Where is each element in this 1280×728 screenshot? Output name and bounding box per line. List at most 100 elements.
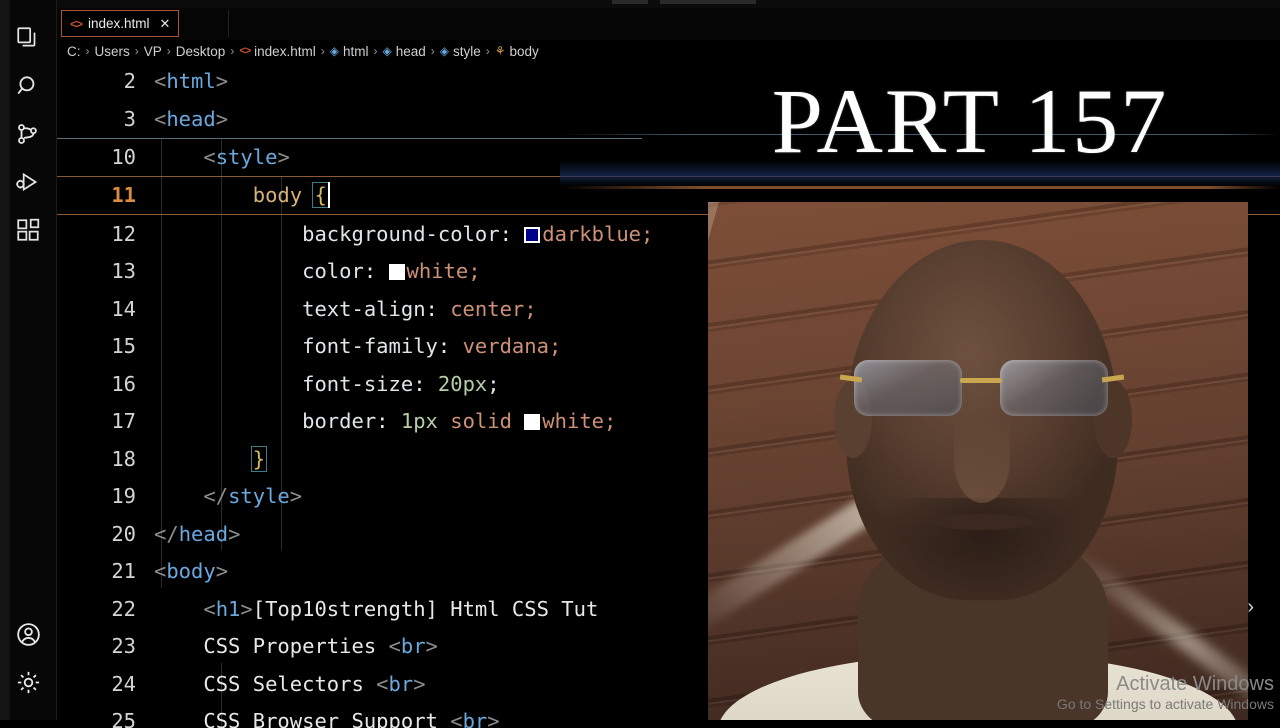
line-number: 20 [57,522,154,546]
line-content: <head> [154,107,717,131]
cube-icon: ◈ [382,44,391,58]
account-icon [15,621,42,648]
breadcrumb-separator: › [135,44,139,58]
sidebar-item-search[interactable] [4,62,52,110]
breadcrumb-separator: › [486,44,490,58]
breadcrumb-item-file[interactable]: <> index.html [239,44,315,59]
breadcrumb-item-html[interactable]: ◈ html [330,44,369,59]
line-number: 17 [57,409,154,433]
breadcrumb-separator: › [321,44,325,58]
activity-bar [0,0,57,720]
bracket-match: { [313,183,327,207]
breadcrumb-item-head[interactable]: ◈ head [382,44,425,59]
breadcrumb-label: index.html [254,44,316,59]
line-number: 19 [57,484,154,508]
cube-icon: ◈ [330,44,339,58]
sticky-line: 3 <head> [57,100,717,138]
tag-icon: ⚘ [495,44,506,58]
title-bar [0,0,1280,8]
line-number: 15 [57,334,154,358]
breadcrumb-item-vp[interactable]: VP [144,44,162,59]
line-number: 23 [57,634,154,658]
tab-label: index.html [88,16,150,31]
line-number: 3 [57,107,154,131]
titlebar-control-blob [612,0,648,4]
search-icon [15,73,41,99]
breadcrumb-label: head [396,44,426,59]
chevron-right-icon[interactable]: › [1247,596,1254,619]
breadcrumb-label: Desktop [176,44,226,59]
source-control-icon [15,121,41,147]
files-icon [15,25,41,51]
sticky-line: 2 <html> [57,62,717,100]
part-title-overlay: PART 157 [700,66,1240,176]
sidebar-item-extensions[interactable] [4,206,52,254]
line-number: 24 [57,672,154,696]
html-file-icon: <> [70,17,82,31]
breadcrumb-label: Users [95,44,130,59]
line-content: <html> [154,69,717,93]
breadcrumb-item-drive[interactable]: C: [67,44,81,59]
line-number: 10 [57,145,154,169]
breadcrumb-separator: › [431,44,435,58]
glasses-lens-right [1000,360,1108,416]
cube-icon: ◈ [440,44,449,58]
breadcrumb-item-style[interactable]: ◈ style [440,44,481,59]
line-number: 22 [57,597,154,621]
breadcrumb-label: VP [144,44,162,59]
gear-icon [15,669,42,696]
activity-bar-bottom-group [4,610,52,706]
line-number: 18 [57,447,154,471]
sidebar-item-source-control[interactable] [4,110,52,158]
breadcrumb-separator: › [167,44,171,58]
activity-bar-edge-strip [0,0,10,720]
title-glow-band-accent [560,186,1280,189]
glasses-bridge [960,378,1002,383]
tab-index-html[interactable]: <> index.html ✕ [61,10,179,37]
sticky-scroll-divider [57,138,642,139]
watermark-line-1: Activate Windows [1057,673,1274,696]
breadcrumb-item-users[interactable]: Users [95,44,130,59]
breadcrumb-separator: › [230,44,234,58]
line-number: 25 [57,709,154,728]
line-number: 2 [57,69,154,93]
line-number: 12 [57,222,154,246]
sidebar-item-run-debug[interactable] [4,158,52,206]
glasses-lens-left [854,360,962,416]
text-cursor [328,182,330,208]
close-icon[interactable]: ✕ [160,16,171,32]
code-icon: <> [239,45,250,57]
sticky-scroll-header: 2 <html> 3 <head> [57,62,717,138]
watermark-line-2: Go to Settings to activate Windows [1057,696,1274,712]
line-number: 21 [57,559,154,583]
tab-bar: <> index.html ✕ [57,8,1280,40]
line-number: 16 [57,372,154,396]
breadcrumb-item-desktop[interactable]: Desktop [176,44,226,59]
breadcrumb-item-body[interactable]: ⚘ body [495,44,539,59]
line-number-active: 11 [57,183,154,207]
presenter-mouth [930,514,1034,530]
run-debug-icon [15,169,41,195]
breadcrumb-label: body [510,44,539,59]
activity-bar-top-group [4,14,52,254]
account-button[interactable] [4,610,52,658]
titlebar-control-blob [660,0,756,4]
presenter-glasses [848,360,1116,420]
breadcrumb-label: html [343,44,369,59]
breadcrumb-label: style [453,44,481,59]
color-swatch-white[interactable] [524,414,540,430]
line-number: 14 [57,297,154,321]
tab-bar-divider [228,10,229,37]
breadcrumb-separator: › [373,44,377,58]
color-swatch-white[interactable] [389,264,405,280]
line-number: 13 [57,259,154,283]
color-swatch-darkblue[interactable] [524,227,540,243]
sidebar-item-explorer[interactable] [4,14,52,62]
windows-activation-watermark: Activate Windows Go to Settings to activ… [1057,673,1274,712]
bracket-match: } [252,447,266,471]
breadcrumb-label: C: [67,44,81,59]
extensions-icon [15,217,41,243]
webcam-overlay [708,202,1248,720]
breadcrumb-separator: › [86,44,90,58]
settings-button[interactable] [4,658,52,706]
